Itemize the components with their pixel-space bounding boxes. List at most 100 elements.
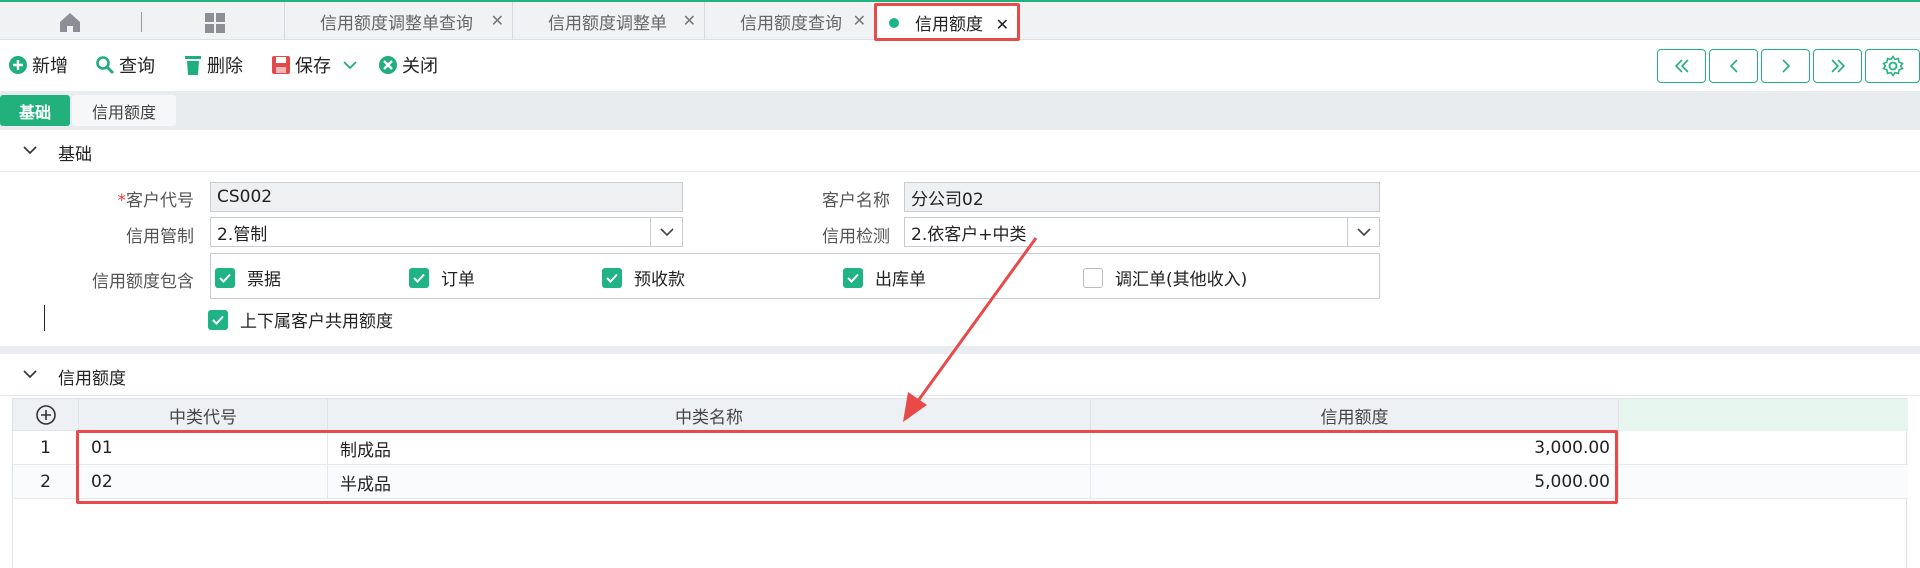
active-dot-icon [889,18,899,28]
cell-name[interactable]: 制成品 [328,431,1091,465]
include-prepayment-checkbox[interactable]: 预收款 [602,265,685,290]
include-outbound-checkbox[interactable]: 出库单 [843,265,926,290]
credit-include-group: 票据 订单 预收款 出库单 调汇单(其他收入) [210,253,1380,299]
tab-credit-limit[interactable]: 信用额度 ✕ [874,3,1020,41]
save-icon [272,56,290,74]
cell-name[interactable]: 半成品 [328,465,1091,499]
search-icon [96,56,115,75]
table-row[interactable]: 2 02 半成品 5,000.00 [13,465,1908,499]
credit-limit-grid: 中类代号 中类名称 信用额度 1 01 制成品 3,000.00 2 02 半成… [12,398,1908,568]
section-basic-title: 基础 [58,145,92,165]
tab-label: 信用额度查询 [740,13,842,34]
save-button[interactable]: 保存 [271,51,361,79]
apps-grid-icon[interactable] [190,6,240,40]
window-tab-bar: 信用额度调整单查询 ✕ 信用额度调整单 ✕ 信用额度查询 ✕ 信用额度 ✕ [0,0,1920,41]
tab-credit-adjust[interactable]: 信用额度调整单 ✕ [512,2,704,40]
include-bills-checkbox[interactable]: 票据 [215,265,281,290]
share-limit-label: 上下属客户共用额度 [240,312,393,332]
table-row[interactable]: 1 01 制成品 3,000.00 [13,431,1908,465]
previous-record-button[interactable] [1709,49,1758,83]
trash-icon [185,56,201,75]
checkbox-checked-icon [409,267,429,288]
chevron-down-icon [343,61,357,70]
close-circle-icon [379,56,397,74]
page-tab-bar: 基础 信用额度 [0,91,1920,130]
close-icon[interactable]: ✕ [853,12,866,30]
customer-code-label-text: 客户代号 [126,191,194,211]
include-orders-checkbox[interactable]: 订单 [409,265,475,290]
settings-button[interactable] [1865,49,1920,83]
include-adjustment-checkbox[interactable]: 调汇单(其他收入) [1083,265,1247,290]
share-limit-checkbox[interactable]: 上下属客户共用额度 [208,307,393,332]
customer-name-field[interactable]: 分公司02 [904,182,1380,212]
checkbox-unchecked-icon [1083,267,1103,288]
chevron-down-icon [1356,228,1371,237]
chevron-down-icon [659,228,674,237]
include-prepayment-label: 预收款 [634,270,685,290]
cell-code[interactable]: 02 [79,465,328,499]
query-button-label: 查询 [119,56,155,77]
plus-circle-icon [9,56,27,74]
column-header-code[interactable]: 中类代号 [79,399,328,431]
cell-amount[interactable]: 5,000.00 [1091,465,1619,499]
home-icon[interactable] [45,6,95,40]
section-credit-title: 信用额度 [58,369,126,389]
credit-control-value: 2.管制 [217,224,268,245]
close-icon[interactable]: ✕ [996,16,1009,34]
include-bills-label: 票据 [247,270,281,290]
cell-amount[interactable]: 3,000.00 [1091,431,1619,465]
checkbox-checked-icon [602,267,622,288]
required-marker: * [117,191,127,211]
row-index: 2 [13,465,79,499]
dropdown-button[interactable] [650,218,682,246]
chevron-down-icon [23,146,37,155]
double-chevron-left-icon [1674,59,1689,73]
close-button[interactable]: 关闭 [378,51,438,79]
credit-control-select[interactable]: 2.管制 [210,217,683,247]
delete-button-label: 删除 [207,56,243,77]
column-header-filler [1619,399,1908,431]
close-icon[interactable]: ✕ [491,12,504,30]
column-header-amount[interactable]: 信用额度 [1091,399,1619,431]
credit-control-label: 信用管制 [126,227,194,247]
include-adjustment-label: 调汇单(其他收入) [1115,270,1248,290]
grid-header: 中类代号 中类名称 信用额度 [13,399,1908,431]
tab-credit-limit-page[interactable]: 信用额度 [72,95,176,126]
tab-credit-query[interactable]: 信用额度查询 ✕ [704,2,874,40]
close-icon[interactable]: ✕ [683,12,696,30]
tab-label: 信用额度调整单 [548,13,667,34]
chevron-left-icon [1729,59,1738,73]
last-record-button[interactable] [1813,49,1862,83]
first-record-button[interactable] [1657,49,1706,83]
delete-button[interactable]: 删除 [183,51,243,79]
add-row-button[interactable] [13,399,79,431]
tab-divider [141,12,142,32]
chevron-down-icon [23,370,37,379]
column-header-name[interactable]: 中类名称 [328,399,1091,431]
tab-label: 信用额度调整单查询 [320,13,473,34]
customer-name-value: 分公司02 [911,189,984,210]
customer-code-value: CS002 [217,187,273,207]
section-divider [0,346,1920,354]
credit-check-value: 2.依客户+中类 [911,224,1027,245]
customer-code-field[interactable]: CS002 [210,182,683,212]
cell-code[interactable]: 01 [79,431,328,465]
section-basic-header[interactable]: 基础 [0,130,1920,172]
checkbox-checked-icon [208,309,228,330]
new-button[interactable]: 新增 [8,51,68,79]
tab-credit-adjust-query[interactable]: 信用额度调整单查询 ✕ [284,2,512,40]
query-button[interactable]: 查询 [95,51,155,79]
dropdown-button[interactable] [1347,218,1379,246]
close-button-label: 关闭 [402,56,438,77]
next-record-button[interactable] [1761,49,1810,83]
tab-label: 信用额度 [915,14,983,35]
section-credit-header[interactable]: 信用额度 [0,354,1920,396]
include-orders-label: 订单 [441,270,475,290]
checkbox-checked-icon [215,267,235,288]
double-chevron-right-icon [1830,59,1845,73]
customer-code-label: *客户代号 [80,186,195,211]
tab-basic[interactable]: 基础 [0,95,70,126]
form-panel: 基础 *客户代号 CS002 客户名称 分公司02 信用管制 2.管制 信用检测… [0,130,1920,568]
credit-check-select[interactable]: 2.依客户+中类 [904,217,1380,247]
credit-check-label: 信用检测 [822,227,890,247]
